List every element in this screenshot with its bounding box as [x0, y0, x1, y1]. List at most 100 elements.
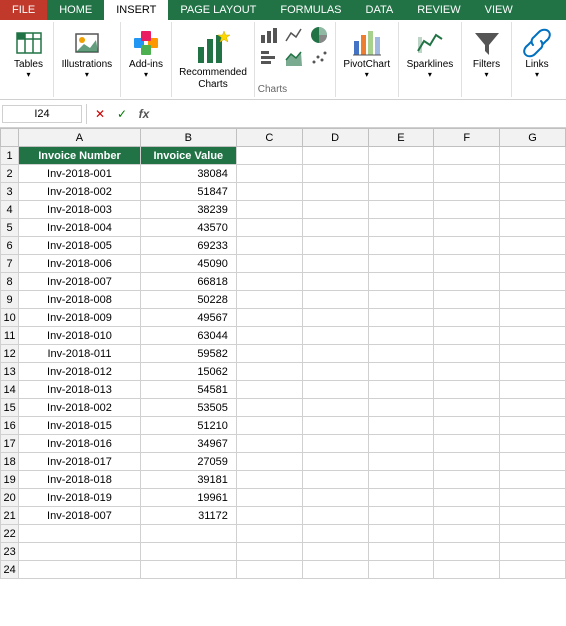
- cell-G-16[interactable]: [500, 417, 566, 435]
- cell-E-10[interactable]: [368, 309, 434, 327]
- cell-E-16[interactable]: [368, 417, 434, 435]
- cell-E-1[interactable]: [368, 147, 434, 165]
- cell-D-17[interactable]: [302, 435, 368, 453]
- cell-G-12[interactable]: [500, 345, 566, 363]
- area-chart-icon[interactable]: [283, 47, 305, 69]
- cell-F-6[interactable]: [434, 237, 500, 255]
- cell-F-18[interactable]: [434, 453, 500, 471]
- cell-D-10[interactable]: [302, 309, 368, 327]
- cell-b-16[interactable]: 51210: [140, 417, 236, 435]
- cell-a-5[interactable]: Inv-2018-004: [19, 219, 141, 237]
- cell-b-12[interactable]: 59582: [140, 345, 236, 363]
- cell-E-21[interactable]: [368, 507, 434, 525]
- cell-G-1[interactable]: [500, 147, 566, 165]
- cell-a-9[interactable]: Inv-2018-008: [19, 291, 141, 309]
- cell-a-3[interactable]: Inv-2018-002: [19, 183, 141, 201]
- cell-G-10[interactable]: [500, 309, 566, 327]
- tab-insert[interactable]: INSERT: [104, 0, 168, 20]
- cell-C-6[interactable]: [236, 237, 302, 255]
- tab-home[interactable]: HOME: [47, 0, 104, 20]
- cell-E-12[interactable]: [368, 345, 434, 363]
- col-header-c[interactable]: C: [236, 129, 302, 147]
- cell-C-11[interactable]: [236, 327, 302, 345]
- cell-a-21[interactable]: Inv-2018-007: [19, 507, 141, 525]
- cell-G-20[interactable]: [500, 489, 566, 507]
- cell-F-11[interactable]: [434, 327, 500, 345]
- cell-C-8[interactable]: [236, 273, 302, 291]
- cell-C-14[interactable]: [236, 381, 302, 399]
- cell-C-13[interactable]: [236, 363, 302, 381]
- cell-a-13[interactable]: Inv-2018-012: [19, 363, 141, 381]
- illustrations-button[interactable]: Illustrations ▾: [58, 24, 117, 82]
- cell-C-7[interactable]: [236, 255, 302, 273]
- cell-C-21[interactable]: [236, 507, 302, 525]
- cell-F-19[interactable]: [434, 471, 500, 489]
- cell-a-15[interactable]: Inv-2018-002: [19, 399, 141, 417]
- cell-G-6[interactable]: [500, 237, 566, 255]
- tab-formulas[interactable]: FORMULAS: [268, 0, 353, 20]
- tab-page-layout[interactable]: PAGE LAYOUT: [168, 0, 268, 20]
- cell-a-14[interactable]: Inv-2018-013: [19, 381, 141, 399]
- cell-b-21[interactable]: 31172: [140, 507, 236, 525]
- cell-F-4[interactable]: [434, 201, 500, 219]
- cell-D-2[interactable]: [302, 165, 368, 183]
- cell-E-23[interactable]: [368, 543, 434, 561]
- cell-F-24[interactable]: [434, 561, 500, 579]
- cell-G-23[interactable]: [500, 543, 566, 561]
- cell-G-11[interactable]: [500, 327, 566, 345]
- cell-G-5[interactable]: [500, 219, 566, 237]
- cell-F-23[interactable]: [434, 543, 500, 561]
- cell-F-21[interactable]: [434, 507, 500, 525]
- cell-G-21[interactable]: [500, 507, 566, 525]
- cell-G-9[interactable]: [500, 291, 566, 309]
- add-ins-button[interactable]: Add-ins ▾: [125, 24, 167, 82]
- cell-G-8[interactable]: [500, 273, 566, 291]
- formula-input[interactable]: [155, 106, 564, 122]
- cell-F-7[interactable]: [434, 255, 500, 273]
- cell-E-4[interactable]: [368, 201, 434, 219]
- cell-C-2[interactable]: [236, 165, 302, 183]
- cell-G-7[interactable]: [500, 255, 566, 273]
- cell-a-11[interactable]: Inv-2018-010: [19, 327, 141, 345]
- cell-C-3[interactable]: [236, 183, 302, 201]
- tab-view[interactable]: VIEW: [473, 0, 525, 20]
- cell-D-14[interactable]: [302, 381, 368, 399]
- cell-a-4[interactable]: Inv-2018-003: [19, 201, 141, 219]
- cell-C-10[interactable]: [236, 309, 302, 327]
- cell-D-7[interactable]: [302, 255, 368, 273]
- cell-F-16[interactable]: [434, 417, 500, 435]
- cell-G-24[interactable]: [500, 561, 566, 579]
- cell-F-20[interactable]: [434, 489, 500, 507]
- cell-b-22[interactable]: [140, 525, 236, 543]
- cell-a-2[interactable]: Inv-2018-001: [19, 165, 141, 183]
- cell-a-8[interactable]: Inv-2018-007: [19, 273, 141, 291]
- cell-G-19[interactable]: [500, 471, 566, 489]
- cell-C-23[interactable]: [236, 543, 302, 561]
- cell-E-13[interactable]: [368, 363, 434, 381]
- cell-C-16[interactable]: [236, 417, 302, 435]
- cell-b-1[interactable]: Invoice Value: [140, 147, 236, 165]
- cell-D-21[interactable]: [302, 507, 368, 525]
- cell-a-22[interactable]: [19, 525, 141, 543]
- cell-E-3[interactable]: [368, 183, 434, 201]
- cell-D-1[interactable]: [302, 147, 368, 165]
- cell-G-22[interactable]: [500, 525, 566, 543]
- cell-b-13[interactable]: 15062: [140, 363, 236, 381]
- cell-D-13[interactable]: [302, 363, 368, 381]
- cell-F-22[interactable]: [434, 525, 500, 543]
- cell-F-17[interactable]: [434, 435, 500, 453]
- cell-C-20[interactable]: [236, 489, 302, 507]
- cell-b-3[interactable]: 51847: [140, 183, 236, 201]
- cell-b-23[interactable]: [140, 543, 236, 561]
- cell-D-22[interactable]: [302, 525, 368, 543]
- tables-button[interactable]: Tables ▾: [9, 24, 49, 82]
- cell-E-14[interactable]: [368, 381, 434, 399]
- cell-C-9[interactable]: [236, 291, 302, 309]
- cell-F-9[interactable]: [434, 291, 500, 309]
- cell-b-11[interactable]: 63044: [140, 327, 236, 345]
- cell-E-9[interactable]: [368, 291, 434, 309]
- cell-a-6[interactable]: Inv-2018-005: [19, 237, 141, 255]
- cell-b-9[interactable]: 50228: [140, 291, 236, 309]
- cell-b-19[interactable]: 39181: [140, 471, 236, 489]
- cell-F-3[interactable]: [434, 183, 500, 201]
